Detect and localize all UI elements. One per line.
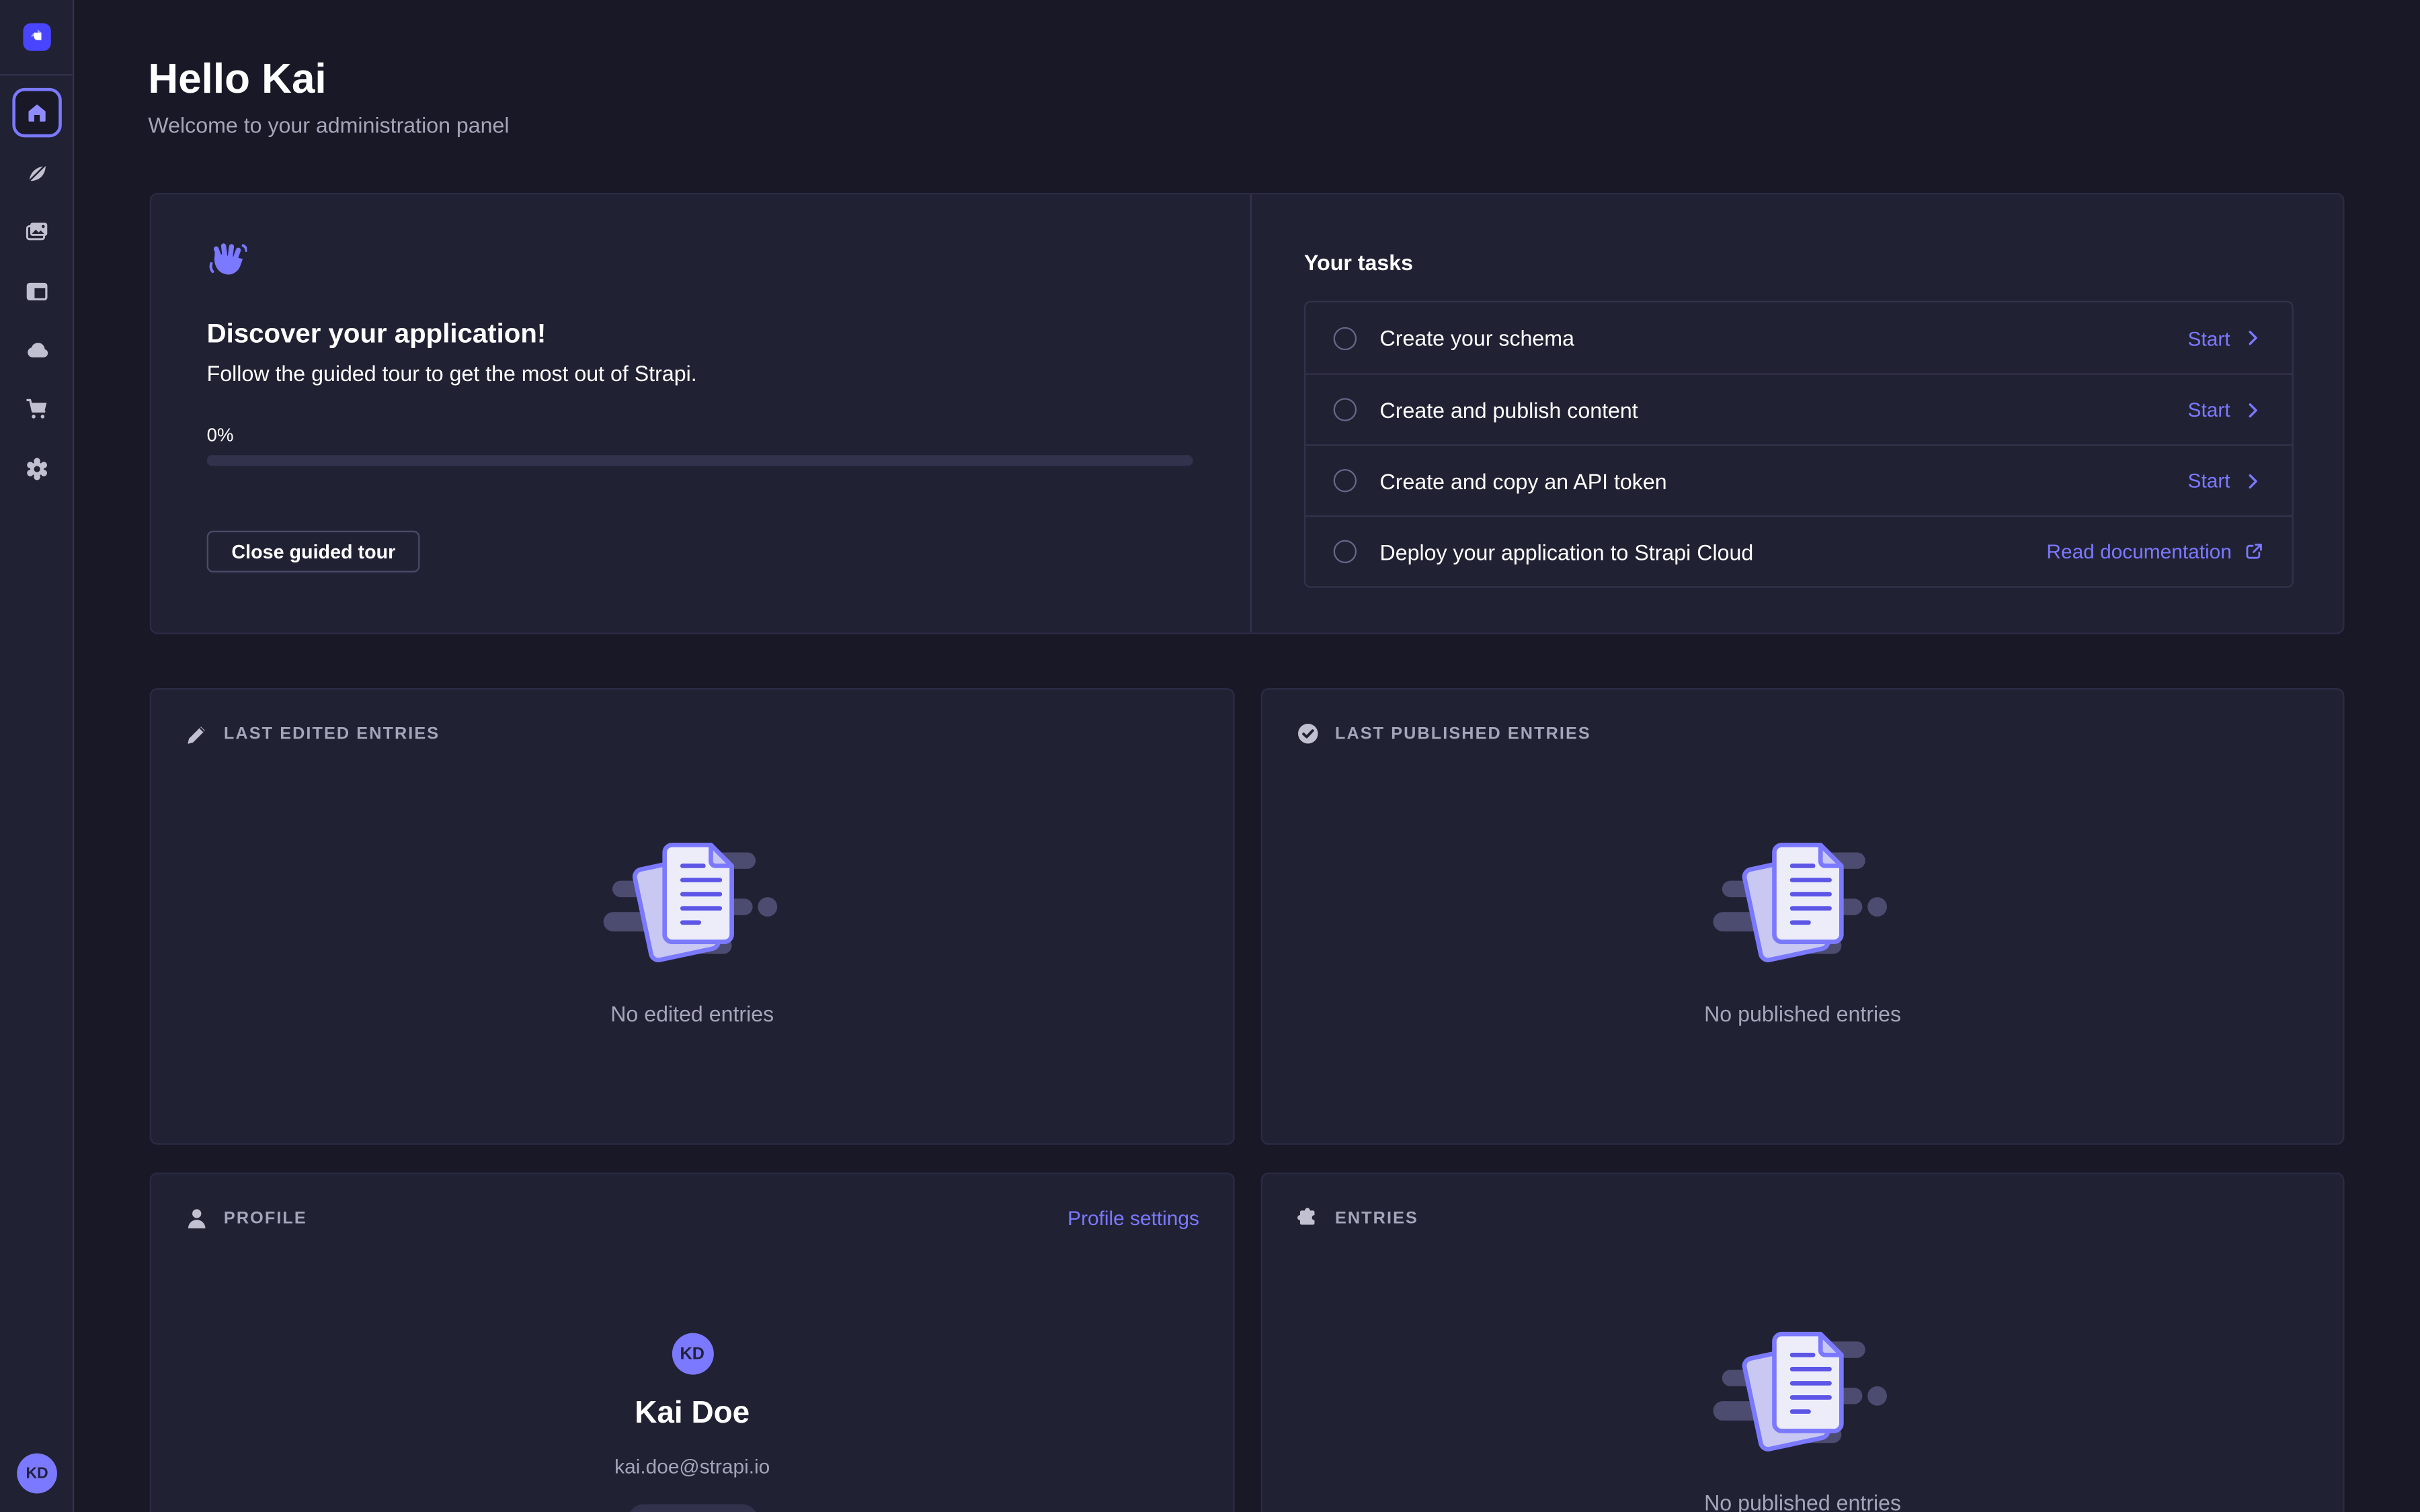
guided-tour-panel: Discover your application! Follow the gu… — [150, 193, 2345, 634]
widget-title: PROFILE — [224, 1209, 307, 1228]
task-start-link[interactable]: Start — [2188, 398, 2265, 421]
empty-documents-illustration — [603, 830, 782, 979]
profile-settings-link[interactable]: Profile settings — [1067, 1206, 1199, 1229]
sidebar-item-content-type-builder[interactable] — [12, 267, 61, 316]
task-action-label: Start — [2188, 469, 2230, 492]
chevron-right-icon — [2243, 470, 2264, 491]
user-avatar[interactable]: KD — [17, 1454, 57, 1494]
empty-state-text: No edited entries — [151, 1001, 1233, 1025]
profile-role-badge — [627, 1505, 757, 1512]
task-row-publish-content: Create and publish content Start — [1305, 374, 2292, 445]
task-label: Create your schema — [1380, 325, 2188, 350]
task-action-label: Start — [2188, 398, 2230, 421]
task-action-label: Read documentation — [2046, 540, 2231, 563]
puzzle-icon — [1297, 1206, 1320, 1229]
media-library-icon — [25, 219, 50, 244]
widget-header: LAST PUBLISHED ENTRIES — [1262, 689, 2343, 745]
progress-bar — [207, 455, 1193, 466]
last-edited-entries-card: LAST EDITED ENTRIES No edited entries — [150, 688, 1235, 1145]
last-published-entries-card: LAST PUBLISHED ENTRIES No published entr… — [1261, 688, 2345, 1145]
chevron-right-icon — [2243, 398, 2264, 420]
strapi-logo[interactable] — [23, 23, 50, 50]
tasks-list: Create your schema Start Create and publ… — [1304, 301, 2294, 588]
guided-tour-subtitle: Follow the guided tour to get the most o… — [207, 361, 697, 386]
widget-header: PROFILE Profile settings — [151, 1174, 1233, 1230]
empty-state-text: No published entries — [1262, 1001, 2343, 1025]
widget-title: LAST EDITED ENTRIES — [224, 724, 440, 743]
feather-icon — [25, 161, 50, 185]
progress-label: 0% — [207, 424, 234, 446]
sidebar-item-deploy[interactable] — [12, 325, 61, 374]
layout-icon — [25, 280, 50, 304]
chevron-right-icon — [2243, 327, 2264, 349]
sidebar-item-media-library[interactable] — [12, 207, 61, 256]
profile-avatar: KD — [672, 1333, 713, 1375]
widget-title: ENTRIES — [1335, 1209, 1418, 1228]
profile-email: kai.doe@strapi.io — [151, 1455, 1233, 1478]
profile-name: Kai Doe — [151, 1396, 1233, 1432]
task-action-label: Start — [2188, 327, 2230, 349]
tasks-title: Your tasks — [1304, 250, 2294, 275]
task-status-circle — [1334, 540, 1357, 563]
entries-card: ENTRIES No published entries — [1261, 1173, 2345, 1512]
sidebar: KD — [0, 0, 74, 1512]
empty-documents-illustration — [1713, 830, 1892, 979]
empty-state-text: No published entries — [1262, 1490, 2343, 1512]
task-label: Deploy your application to Strapi Cloud — [1380, 539, 2047, 564]
sidebar-item-marketplace[interactable] — [12, 384, 61, 433]
task-start-link[interactable]: Start — [2188, 469, 2265, 492]
strapi-admin-dashboard: KD Hello Kai Welcome to your administrat… — [0, 0, 2420, 1512]
task-status-circle — [1334, 469, 1357, 492]
cart-icon — [25, 396, 50, 421]
empty-documents-illustration — [1713, 1319, 1892, 1468]
guided-tour-title: Discover your application! — [207, 318, 547, 350]
page-title: Hello Kai — [148, 56, 326, 103]
sidebar-divider — [0, 74, 73, 75]
external-link-icon — [2244, 542, 2264, 562]
pencil-icon — [186, 722, 208, 745]
profile-card: PROFILE Profile settings KD Kai Doe kai.… — [150, 1173, 1235, 1512]
your-tasks-section: Your tasks Create your schema Start Crea… — [1304, 250, 2294, 588]
task-row-deploy-cloud: Deploy your application to Strapi Cloud … — [1305, 515, 2292, 587]
read-documentation-link[interactable]: Read documentation — [2046, 540, 2264, 563]
strapi-logo-icon — [26, 26, 48, 48]
home-icon — [25, 100, 50, 125]
close-guided-tour-button[interactable]: Close guided tour — [207, 531, 420, 573]
sidebar-item-settings[interactable] — [12, 444, 61, 493]
task-status-circle — [1334, 398, 1357, 421]
widget-header: LAST EDITED ENTRIES — [151, 689, 1233, 745]
widget-title: LAST PUBLISHED ENTRIES — [1335, 724, 1591, 743]
waving-hand-icon — [207, 241, 247, 281]
cloud-icon — [24, 338, 50, 363]
sidebar-item-home[interactable] — [12, 88, 61, 137]
guided-tour-intro: Discover your application! Follow the gu… — [151, 194, 1250, 632]
check-circle-icon — [1297, 722, 1320, 745]
task-status-circle — [1334, 327, 1357, 349]
hero-divider — [1250, 194, 1252, 632]
page-subtitle: Welcome to your administration panel — [148, 113, 509, 138]
task-row-create-schema: Create your schema Start — [1305, 302, 2292, 374]
task-label: Create and publish content — [1380, 397, 2188, 422]
task-start-link[interactable]: Start — [2188, 327, 2265, 349]
task-label: Create and copy an API token — [1380, 468, 2188, 493]
sidebar-item-content-manager[interactable] — [12, 148, 61, 197]
widget-header: ENTRIES — [1262, 1174, 2343, 1230]
person-icon — [186, 1206, 208, 1229]
task-row-api-token: Create and copy an API token Start — [1305, 444, 2292, 515]
gear-icon — [25, 457, 50, 482]
